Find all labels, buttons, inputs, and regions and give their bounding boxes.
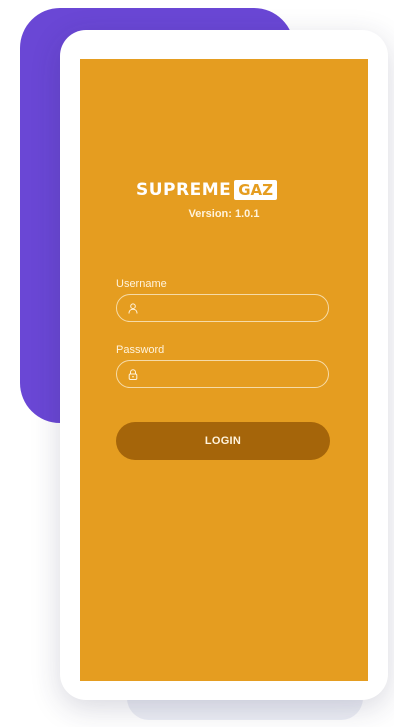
username-field[interactable] (116, 294, 329, 322)
version-text: Version: 1.0.1 (188, 208, 260, 220)
logo-text-accent: GAZ (234, 180, 278, 200)
logo-text-main: SUPREME (136, 180, 232, 200)
username-label: Username (116, 278, 167, 290)
username-input[interactable] (145, 302, 315, 314)
login-button[interactable]: LOGIN (116, 422, 330, 460)
password-input[interactable] (145, 368, 315, 380)
user-icon (127, 302, 139, 314)
password-field[interactable] (116, 360, 329, 388)
login-screen: SUPREME GAZ Version: 1.0.1 Username Pass… (80, 59, 368, 681)
brand-logo: SUPREME GAZ (136, 179, 278, 201)
lock-icon (127, 368, 139, 380)
password-label: Password (116, 344, 165, 356)
stage: SUPREME GAZ Version: 1.0.1 Username Pass… (0, 0, 394, 727)
